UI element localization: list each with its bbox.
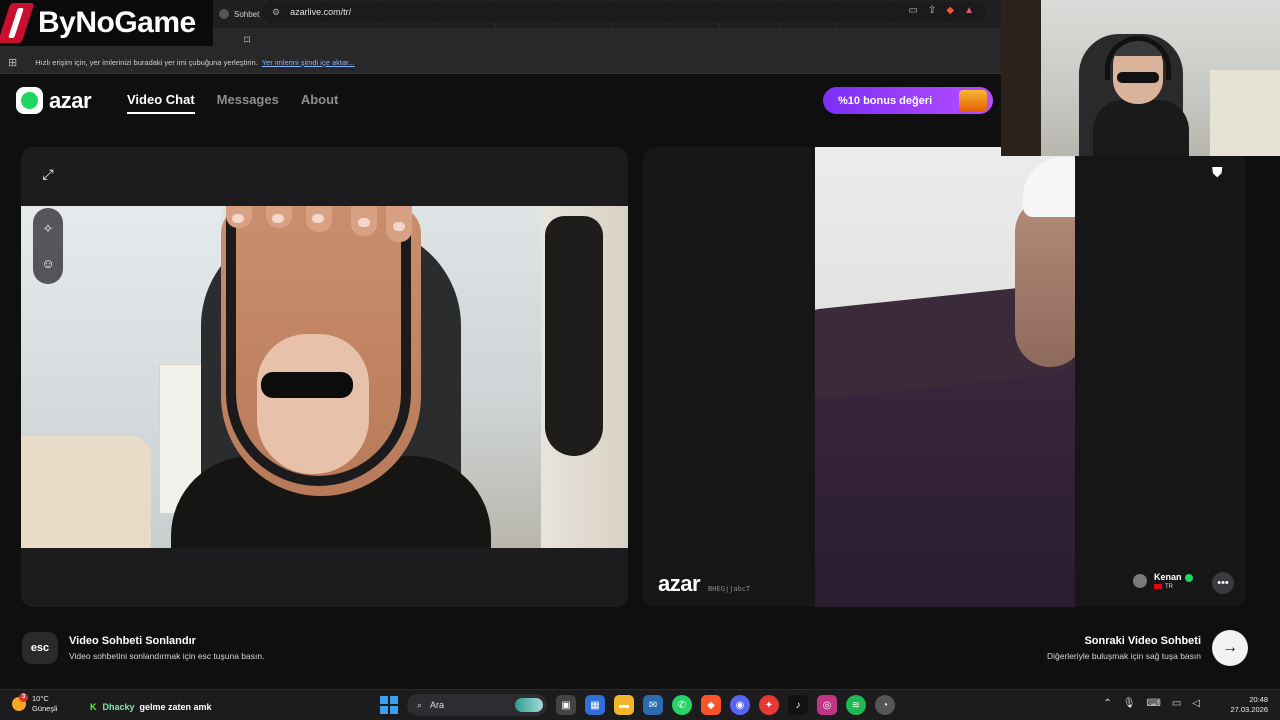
watermark-logo: azar — [658, 571, 701, 596]
user-id: BHEGjjabcT — [708, 585, 751, 593]
main-nav: Video Chat Messages About — [127, 92, 338, 114]
bonus-text: %10 bonus değeri — [838, 94, 933, 107]
tab-label: Sohbet — [234, 9, 260, 19]
chat-bubble-icon[interactable]: ••• — [1212, 572, 1234, 594]
weather-widget[interactable]: 3 10°C Güneşli — [12, 693, 58, 714]
taskbar-search[interactable]: ⌕ Ara — [407, 694, 547, 716]
self-video-feed — [21, 206, 628, 548]
tiktok-icon[interactable]: ♪ — [788, 695, 808, 715]
address-bar[interactable]: ⚙ azarlive.com/tr/ ▭ ⇪ ◆ ▲ — [262, 2, 986, 22]
magic-wand-icon[interactable]: ✧ — [43, 221, 54, 237]
search-placeholder: Ara — [430, 700, 445, 710]
sun-icon: 3 — [12, 693, 28, 711]
brave-browser-icon[interactable]: ◆ — [701, 695, 721, 715]
site-settings-icon[interactable]: ⚙ — [272, 7, 280, 18]
browser-tab[interactable]: Sohbet — [213, 0, 267, 28]
avatar — [1133, 574, 1147, 589]
partner-info[interactable]: Kenan TR — [1133, 572, 1193, 590]
stream-logo-overlay: ByNoGame — [0, 0, 213, 46]
windows-start-icon[interactable] — [380, 696, 398, 714]
next-chat-title: Sonraki Video Sohbeti — [1084, 635, 1201, 647]
self-video-panel: ⤢ ✧ ☺ — [21, 147, 628, 607]
search-highlight-image — [515, 698, 543, 712]
brave-shield-icon[interactable]: ◆ — [946, 5, 954, 16]
nav-messages[interactable]: Messages — [217, 92, 279, 114]
file-explorer-icon[interactable]: ▬ — [614, 695, 634, 715]
taskbar-apps: ⌕ Ara ▣ ▦ ▬ ✉ ✆ ◆ ◉ ✦ ♪ ◎ ≋ ◔ — [380, 694, 895, 716]
import-bookmarks-link[interactable]: Yer imlerini şimdi içe aktar... — [262, 58, 355, 67]
end-chat-hint: Video sohbetini sonlandırmak için esc tu… — [69, 651, 265, 661]
system-tray: ⌃ 🎙 ⌨ ▭ ◁ — [1103, 698, 1200, 709]
azar-logo-text: azar — [49, 87, 92, 113]
bookmark-icon[interactable]: ⌑ — [244, 33, 250, 47]
face-icon[interactable]: ☺ — [41, 256, 54, 271]
next-chat-button[interactable]: → — [1212, 630, 1248, 666]
next-chat-hint: Diğerleriyle buluşmak için sağ tuşa bası… — [1046, 651, 1201, 661]
keyboard-icon[interactable]: ⌨ — [1146, 698, 1160, 709]
nav-about[interactable]: About — [301, 92, 339, 114]
azar-logo-icon — [16, 87, 43, 114]
weather-badge: 3 — [19, 693, 28, 702]
discord-icon[interactable]: ◉ — [730, 695, 750, 715]
chat-username: Dhacky — [102, 702, 135, 712]
esc-key-button[interactable]: esc — [22, 632, 58, 664]
url-text: azarlive.com/tr/ — [290, 7, 352, 17]
streamer-webcam-overlay — [1001, 0, 1280, 156]
stream-logo-mark — [0, 3, 35, 43]
obs-icon[interactable]: ◔ — [875, 695, 895, 715]
install-icon[interactable]: ▭ — [909, 5, 918, 16]
tab-favicon-icon — [219, 9, 229, 19]
instagram-icon[interactable]: ◎ — [817, 695, 837, 715]
effects-toolbar: ✧ ☺ — [33, 208, 63, 284]
clock-time: 20:48 — [1249, 695, 1268, 704]
shield-alert-icon[interactable]: ⛊ — [1212, 164, 1223, 181]
nav-video-chat[interactable]: Video Chat — [127, 92, 195, 114]
chevron-up-icon[interactable]: ⌃ — [1103, 698, 1111, 709]
clock-date: 27.03.2026 — [1230, 705, 1268, 714]
weather-temp: 10°C — [32, 694, 49, 703]
stream-chat-line: K Dhacky gelme zaten amk — [90, 702, 212, 712]
end-chat-title: Video Sohbeti Sonlandır — [69, 635, 196, 647]
weather-desc: Güneşli — [32, 704, 58, 713]
chat-message: gelme zaten amk — [139, 702, 212, 712]
rewards-icon[interactable]: ▲ — [964, 5, 974, 16]
share-icon[interactable]: ⇪ — [928, 5, 936, 16]
bookmark-bar-text: Hızlı erişim için, yer imlerinizi burada… — [35, 58, 258, 67]
microphone-icon[interactable]: 🎙 — [1123, 698, 1136, 709]
azar-watermark: azar BHEGjjabcT — [658, 571, 750, 597]
partner-name: Kenan — [1154, 572, 1182, 582]
windows-taskbar: 3 10°C Güneşli K Dhacky gelme zaten amk ⌕ … — [0, 689, 1280, 720]
treasure-chest-icon — [959, 90, 987, 112]
mail-icon[interactable]: ✉ — [643, 695, 663, 715]
volume-icon[interactable]: ◁ — [1192, 698, 1200, 709]
store-icon[interactable]: ▦ — [585, 695, 605, 715]
azar-logo[interactable]: azar — [16, 87, 92, 114]
task-view-icon[interactable]: ▣ — [556, 695, 576, 715]
partner-video-feed — [815, 147, 1075, 607]
search-icon: ⌕ — [417, 699, 423, 710]
verified-badge — [1184, 573, 1193, 582]
partner-country: TR — [1165, 584, 1173, 591]
azar-header: azar Video Chat Messages About %10 bonus… — [0, 75, 1000, 127]
kick-icon: K — [90, 702, 97, 712]
system-clock[interactable]: 20:48 27.03.2026 — [1230, 695, 1268, 715]
stream-logo-text: ByNoGame — [38, 6, 196, 39]
network-icon[interactable]: ▭ — [1172, 698, 1181, 709]
apps-grid-icon[interactable]: ⊞ — [8, 56, 17, 69]
flag-icon — [1154, 584, 1162, 589]
bonus-banner[interactable]: %10 bonus değeri — [823, 87, 993, 114]
partner-video-panel: ⛊ azar BHEGjjabcT Kenan TR ••• — [643, 147, 1245, 607]
whatsapp-icon[interactable]: ✆ — [672, 695, 692, 715]
expand-icon[interactable]: ⤢ — [37, 163, 59, 185]
app-icon[interactable]: ✦ — [759, 695, 779, 715]
spotify-icon[interactable]: ≋ — [846, 695, 866, 715]
